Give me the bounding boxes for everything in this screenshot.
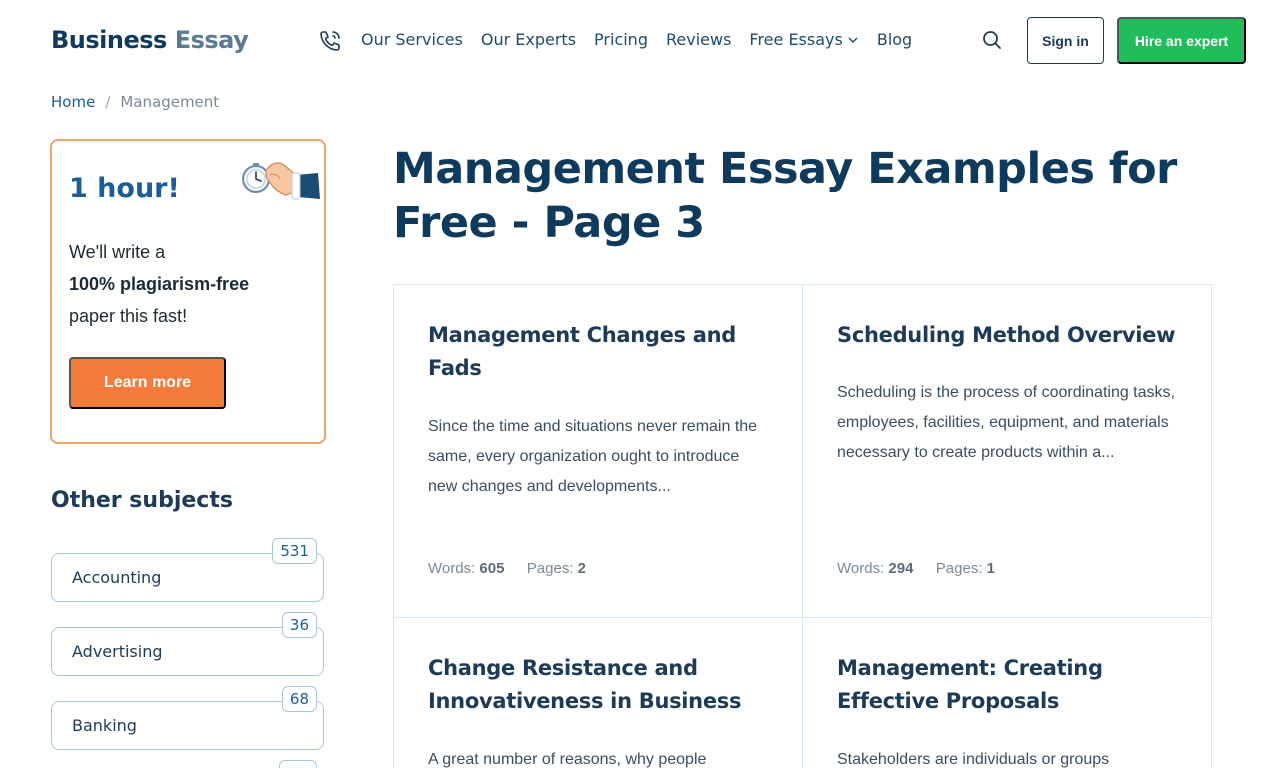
- site-logo[interactable]: Business Essay: [51, 26, 249, 54]
- essay-card-title[interactable]: Scheduling Method Overview: [837, 319, 1182, 352]
- essay-card[interactable]: Change Resistance and Innovativeness in …: [394, 618, 803, 768]
- promo-text: We'll write a 100% plagiarism-free paper…: [69, 236, 314, 332]
- subject-item-banking[interactable]: Banking 68: [51, 686, 324, 750]
- pages-count: 1: [986, 560, 995, 577]
- phone-icon[interactable]: [318, 29, 342, 53]
- nav-reviews[interactable]: Reviews: [666, 30, 731, 49]
- essay-card-excerpt: Stakeholders are individuals or groups: [837, 751, 1110, 768]
- essay-card-excerpt: Scheduling is the process of coordinatin…: [837, 384, 1175, 461]
- essay-card-title[interactable]: Management: Creating Effective Proposals: [837, 652, 1182, 718]
- breadcrumb-current: Management: [120, 93, 220, 111]
- words-label: Words:: [837, 560, 885, 577]
- subject-item-advertising[interactable]: Advertising 36: [51, 612, 324, 676]
- subject-count-badge: 36: [281, 612, 317, 638]
- subject-item-accounting[interactable]: Accounting 531: [51, 538, 324, 602]
- pages-label: Pages:: [526, 560, 574, 577]
- pages-count: 2: [577, 560, 586, 577]
- promo-title: 1 hour!: [69, 173, 180, 204]
- words-count: 294: [888, 560, 914, 577]
- nav-free-essays[interactable]: Free Essays: [749, 30, 858, 49]
- other-subjects-heading: Other subjects: [51, 488, 233, 513]
- chevron-down-icon: [848, 37, 858, 43]
- essay-card-meta: Words: 294 Pages: 1: [837, 560, 995, 577]
- essay-card-excerpt: Since the time and situations never rema…: [428, 418, 758, 495]
- essay-grid: Management Changes and Fads Since the ti…: [393, 284, 1212, 768]
- learn-more-button[interactable]: Learn more: [69, 357, 226, 409]
- pages-label: Pages:: [935, 560, 983, 577]
- essay-card[interactable]: Management: Creating Effective Proposals…: [803, 618, 1212, 768]
- nav-our-services[interactable]: Our Services: [361, 30, 463, 49]
- subject-label: Banking: [72, 716, 137, 735]
- subject-label: Accounting: [72, 568, 162, 587]
- subject-count-badge: 531: [272, 538, 317, 564]
- words-label: Words:: [428, 560, 476, 577]
- logo-part-business: Business: [51, 26, 167, 54]
- promo-line-3: paper this fast!: [69, 306, 188, 326]
- sign-in-button[interactable]: Sign in: [1027, 17, 1104, 64]
- hire-expert-button[interactable]: Hire an expert: [1117, 17, 1246, 64]
- main-nav: Our Services Our Experts Pricing Reviews…: [361, 30, 912, 49]
- breadcrumb-home[interactable]: Home: [51, 93, 95, 111]
- search-icon[interactable]: [981, 29, 1003, 51]
- words-count: 605: [479, 560, 505, 577]
- nav-our-experts[interactable]: Our Experts: [481, 30, 576, 49]
- essay-card-excerpt: A great number of reasons, why people: [428, 751, 707, 768]
- nav-pricing[interactable]: Pricing: [594, 30, 648, 49]
- essay-card[interactable]: Scheduling Method Overview Scheduling is…: [803, 285, 1212, 618]
- hand-with-stopwatch-icon: [242, 162, 320, 200]
- site-header: Business Essay Our Services Our Experts …: [0, 0, 1280, 84]
- breadcrumb: Home / Management: [51, 93, 219, 111]
- essay-card-title[interactable]: Management Changes and Fads: [428, 319, 773, 385]
- breadcrumb-separator: /: [105, 93, 111, 111]
- essay-card-title[interactable]: Change Resistance and Innovativeness in …: [428, 652, 773, 718]
- nav-blog[interactable]: Blog: [877, 30, 912, 49]
- nav-free-essays-label: Free Essays: [749, 30, 843, 49]
- essay-card-meta: Words: 605 Pages: 2: [428, 560, 586, 577]
- promo-line-2: 100% plagiarism-free: [69, 274, 250, 294]
- promo-line-1: We'll write a: [69, 242, 166, 262]
- logo-part-essay: Essay: [174, 26, 249, 54]
- subject-count-badge: 68: [281, 686, 317, 712]
- subject-label: Advertising: [72, 642, 163, 661]
- page-title: Management Essay Examples for Free - Pag…: [393, 144, 1177, 248]
- promo-card: 1 hour! We'll write a 100% plagiarism-fr…: [50, 139, 326, 444]
- subject-count-badge-partial: [279, 760, 317, 768]
- essay-card[interactable]: Management Changes and Fads Since the ti…: [394, 285, 803, 618]
